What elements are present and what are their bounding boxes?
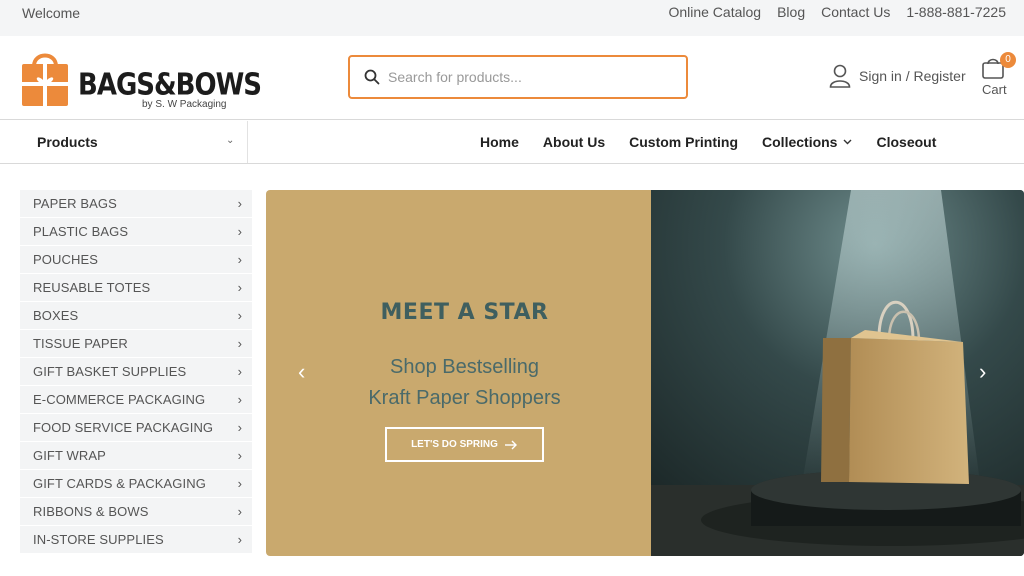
utility-bar: Welcome Online Catalog Blog Contact Us 1…: [0, 0, 1024, 36]
chevron-right-icon: ›: [237, 336, 242, 351]
category-label: GIFT WRAP: [33, 448, 106, 463]
category-label: POUCHES: [33, 252, 98, 267]
lets-do-spring-button[interactable]: LET'S DO SPRING: [385, 427, 544, 462]
cta-label: LET'S DO SPRING: [411, 439, 498, 450]
category-paper-bags[interactable]: PAPER BAGS ›: [20, 190, 252, 218]
category-ecommerce-packaging[interactable]: E-COMMERCE PACKAGING ›: [20, 386, 252, 414]
chevron-down-icon: ⌄: [226, 135, 235, 146]
chevron-right-icon: ›: [237, 420, 242, 435]
nav-collections-label: Collections: [762, 134, 838, 150]
category-sidebar: PAPER BAGS › PLASTIC BAGS › POUCHES › REUSA…: [20, 190, 252, 554]
brand-byline: by S. W Packaging: [142, 99, 227, 110]
chevron-right-icon: ›: [237, 280, 242, 295]
hero-headline: MEET A STAR: [380, 300, 549, 325]
chevron-right-icon: ›: [237, 476, 242, 491]
brand-name: BAGS&BOWS: [78, 68, 262, 103]
nav-about-us[interactable]: About Us: [543, 134, 605, 150]
nav-home[interactable]: Home: [480, 134, 519, 150]
sign-in-register-label: Sign in / Register: [859, 68, 966, 84]
category-boxes[interactable]: BOXES ›: [20, 302, 252, 330]
hero-subheadline-line1: Shop Bestselling: [390, 356, 539, 378]
chevron-down-icon: [843, 139, 852, 145]
category-reusable-totes[interactable]: REUSABLE TOTES ›: [20, 274, 252, 302]
category-label: E-COMMERCE PACKAGING: [33, 392, 206, 407]
hero-subheadline-line2: Kraft Paper Shoppers: [368, 387, 561, 409]
category-label: GIFT CARDS & PACKAGING: [33, 476, 206, 491]
category-label: PLASTIC BAGS: [33, 224, 129, 239]
chevron-right-icon: ›: [237, 392, 242, 407]
category-label: FOOD SERVICE PACKAGING: [33, 420, 214, 435]
category-label: RIBBONS & BOWS: [33, 504, 149, 519]
products-dropdown[interactable]: Products ⌄: [0, 121, 248, 163]
nav-collections[interactable]: Collections: [762, 134, 852, 150]
blog-link[interactable]: Blog: [777, 4, 805, 20]
user-icon: [829, 64, 851, 88]
products-dropdown-label: Products: [37, 134, 98, 150]
category-label: TISSUE PAPER: [33, 336, 128, 351]
online-catalog-link[interactable]: Online Catalog: [668, 4, 761, 20]
main-nav: Products ⌄ Home About Us Custom Printing…: [0, 121, 1024, 164]
nav-closeout[interactable]: Closeout: [876, 134, 936, 150]
chevron-right-icon: ›: [237, 532, 242, 547]
chevron-right-icon: ›: [237, 224, 242, 239]
cart-button[interactable]: 0 Cart: [980, 52, 1016, 100]
account-link[interactable]: Sign in / Register: [829, 64, 966, 88]
category-ribbons-bows[interactable]: RIBBONS & BOWS ›: [20, 498, 252, 526]
search-bar[interactable]: [348, 55, 688, 99]
arrow-right-icon: [504, 440, 517, 449]
nav-custom-printing[interactable]: Custom Printing: [629, 134, 738, 150]
carousel-next-arrow-icon[interactable]: ›: [979, 361, 986, 383]
nav-menu: Home About Us Custom Printing Collection…: [480, 134, 936, 150]
chevron-right-icon: ›: [237, 364, 242, 379]
site-header: BAGS&BOWS by S. W Packaging Sign in / Re…: [0, 36, 1024, 120]
shopping-bag-logo-icon: [22, 53, 68, 106]
hero-product-image: [651, 190, 1024, 556]
category-label: GIFT BASKET SUPPLIES: [33, 364, 187, 379]
carousel-prev-arrow-icon[interactable]: ‹: [298, 361, 305, 383]
chevron-right-icon: ›: [237, 504, 242, 519]
search-input[interactable]: [388, 65, 678, 89]
chevron-right-icon: ›: [237, 196, 242, 211]
category-plastic-bags[interactable]: PLASTIC BAGS ›: [20, 218, 252, 246]
category-pouches[interactable]: POUCHES ›: [20, 246, 252, 274]
cart-label: Cart: [982, 82, 1007, 97]
category-label: REUSABLE TOTES: [33, 280, 151, 295]
category-label: PAPER BAGS: [33, 196, 117, 211]
search-icon: [364, 69, 380, 85]
category-label: IN-STORE SUPPLIES: [33, 532, 164, 547]
contact-us-link[interactable]: Contact Us: [821, 4, 890, 20]
category-tissue-paper[interactable]: TISSUE PAPER ›: [20, 330, 252, 358]
chevron-right-icon: ›: [237, 308, 242, 323]
category-food-service-packaging[interactable]: FOOD SERVICE PACKAGING ›: [20, 414, 252, 442]
cart-count-badge: 0: [1000, 52, 1016, 68]
category-gift-wrap[interactable]: GIFT WRAP ›: [20, 442, 252, 470]
category-label: BOXES: [33, 308, 79, 323]
category-in-store-supplies[interactable]: IN-STORE SUPPLIES ›: [20, 526, 252, 554]
chevron-right-icon: ›: [237, 448, 242, 463]
category-gift-basket-supplies[interactable]: GIFT BASKET SUPPLIES ›: [20, 358, 252, 386]
chevron-right-icon: ›: [237, 252, 242, 267]
utility-links: Online Catalog Blog Contact Us 1-888-881…: [668, 4, 1006, 20]
logo[interactable]: BAGS&BOWS by S. W Packaging: [20, 44, 262, 114]
phone-link[interactable]: 1-888-881-7225: [906, 4, 1006, 20]
category-gift-cards-packaging[interactable]: GIFT CARDS & PACKAGING ›: [20, 470, 252, 498]
welcome-text: Welcome: [22, 5, 81, 21]
hero-carousel: MEET A STAR Shop Bestselling Kraft Paper…: [266, 190, 1024, 556]
